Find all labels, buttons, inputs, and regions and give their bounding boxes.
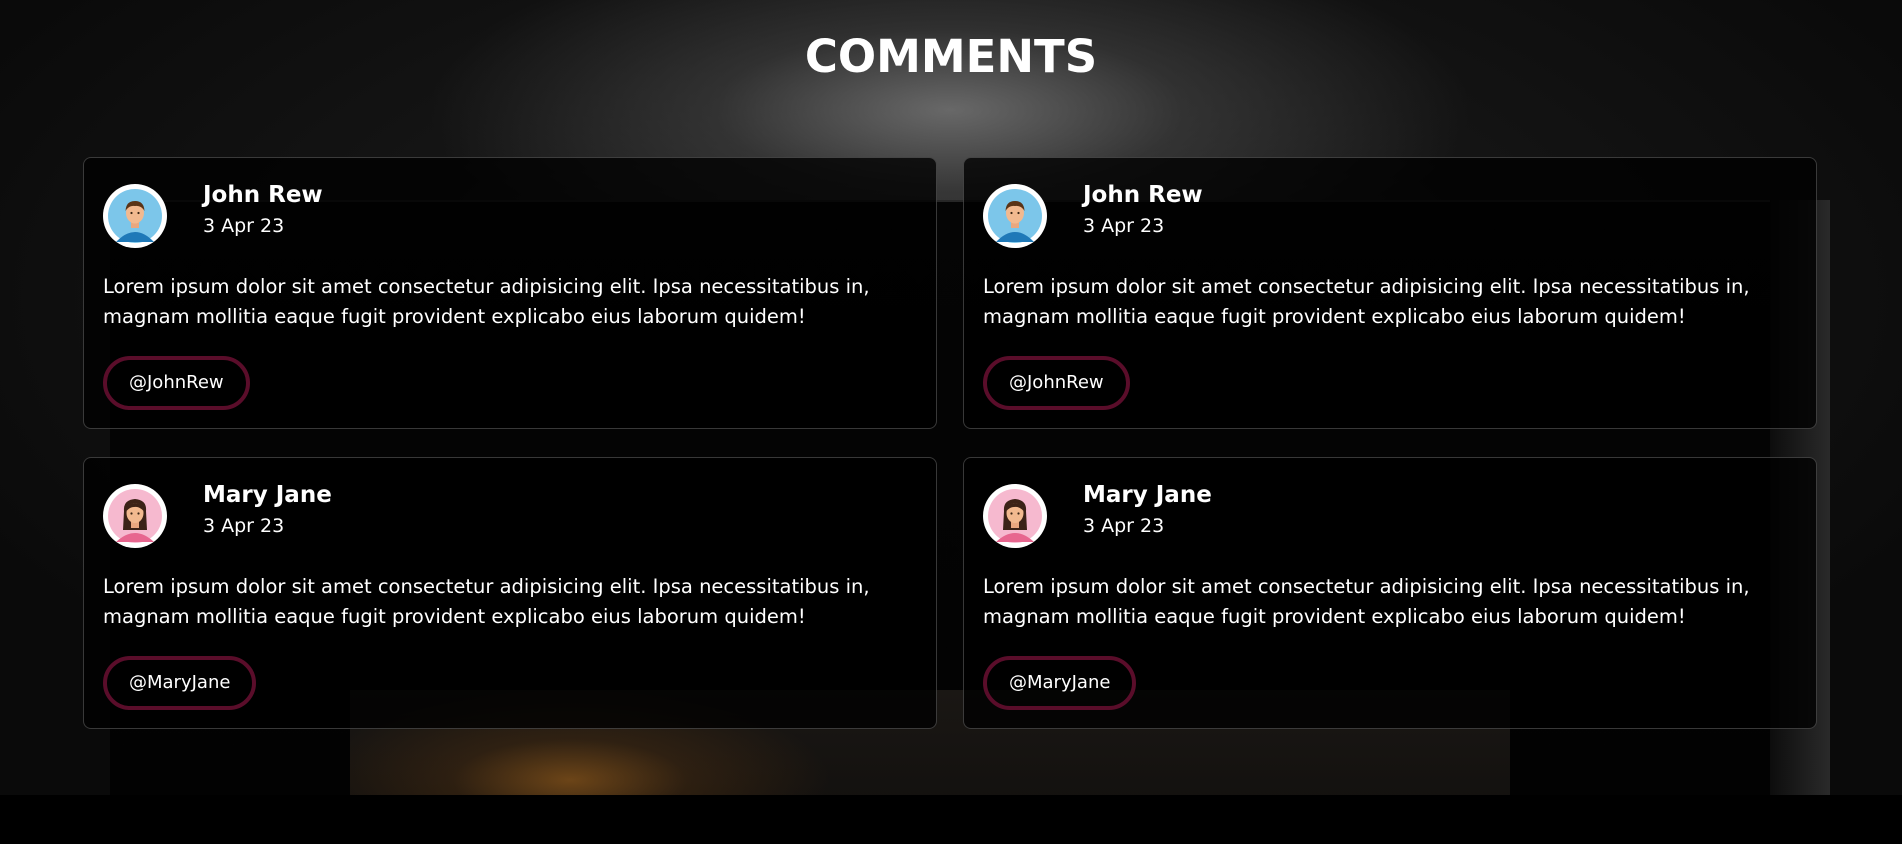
comment-date: 3 Apr 23 <box>1083 515 1165 537</box>
comment-card: John Rew 3 Apr 23 Lorem ipsum dolor sit … <box>83 157 937 429</box>
user-handle-button[interactable]: @MaryJane <box>983 656 1137 710</box>
section-title: COMMENTS <box>804 30 1098 83</box>
comment-card: John Rew 3 Apr 23 Lorem ipsum dolor sit … <box>963 157 1817 429</box>
comment-text: Lorem ipsum dolor sit amet consectetur a… <box>983 575 1750 628</box>
comment-text: Lorem ipsum dolor sit amet consectetur a… <box>103 275 870 328</box>
comment-author-name: John Rew <box>1083 182 1203 208</box>
female-user-avatar-icon <box>983 484 1047 548</box>
bottom-bar <box>0 795 1902 844</box>
male-user-avatar-icon <box>103 184 167 248</box>
comment-card: Mary Jane 3 Apr 23 Lorem ipsum dolor sit… <box>83 457 937 729</box>
comments-section: COMMENTS John Rew 3 Apr 23 Lorem ipsum d… <box>0 0 1902 795</box>
comment-date: 3 Apr 23 <box>203 515 285 537</box>
male-user-avatar-icon <box>983 184 1047 248</box>
comment-text: Lorem ipsum dolor sit amet consectetur a… <box>983 275 1750 328</box>
user-handle-button[interactable]: @MaryJane <box>103 656 257 710</box>
comment-card: Mary Jane 3 Apr 23 Lorem ipsum dolor sit… <box>963 457 1817 729</box>
female-user-avatar-icon <box>103 484 167 548</box>
comment-author-name: Mary Jane <box>1083 482 1212 508</box>
comment-author-name: Mary Jane <box>203 482 332 508</box>
user-handle-button[interactable]: @JohnRew <box>983 356 1130 410</box>
comment-text: Lorem ipsum dolor sit amet consectetur a… <box>103 575 870 628</box>
user-handle-button[interactable]: @JohnRew <box>103 356 250 410</box>
comment-date: 3 Apr 23 <box>1083 215 1165 237</box>
comment-author-name: John Rew <box>203 182 323 208</box>
comment-date: 3 Apr 23 <box>203 215 285 237</box>
